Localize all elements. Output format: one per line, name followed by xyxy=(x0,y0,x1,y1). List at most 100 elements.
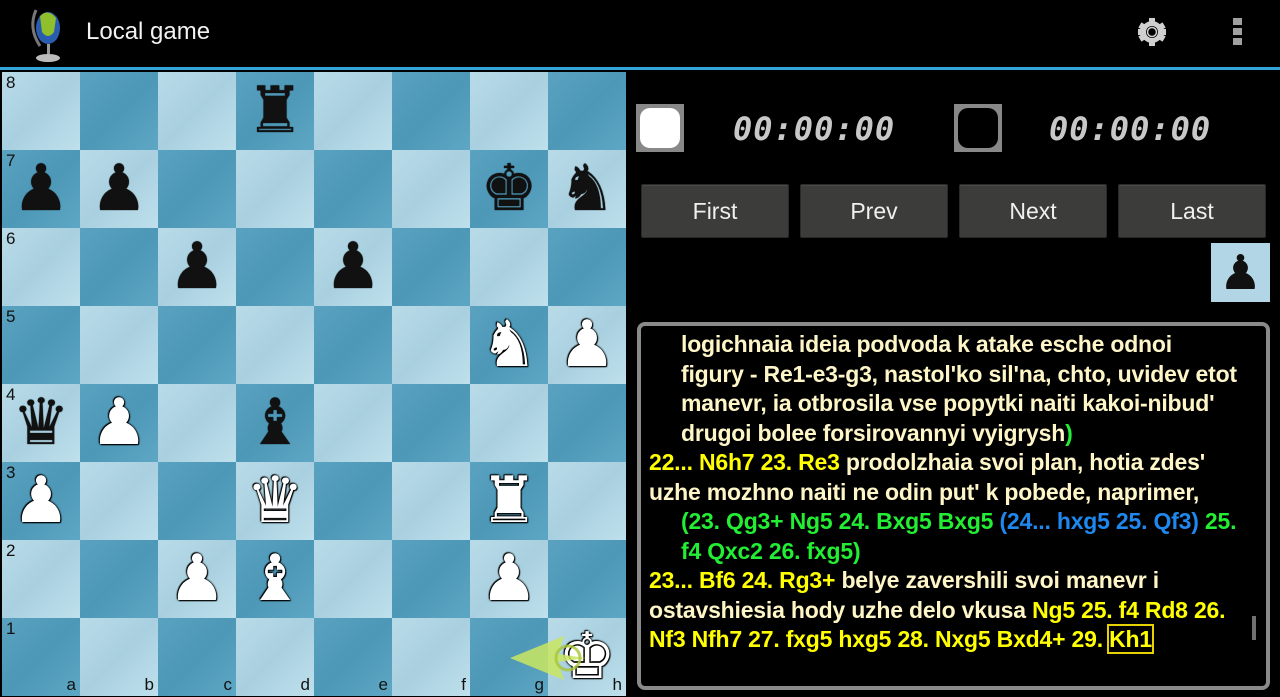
move-text[interactable]: 23... Bf6 24. Rg3+ xyxy=(649,567,835,593)
move-list-scrollbar[interactable] xyxy=(1252,616,1256,640)
square-g3[interactable]: ♜ xyxy=(470,462,548,540)
square-b6[interactable] xyxy=(80,228,158,306)
black-pawn-icon[interactable]: ♟ xyxy=(158,228,236,306)
square-f8[interactable] xyxy=(392,72,470,150)
square-b1[interactable]: b xyxy=(80,618,158,696)
white-pawn-icon[interactable]: ♟ xyxy=(470,540,548,618)
square-b7[interactable]: ♟ xyxy=(80,150,158,228)
move-paragraph: 22... N6h7 23. Re3 prodolzhaia svoi plan… xyxy=(649,448,1239,507)
gear-icon[interactable] xyxy=(1136,16,1168,48)
move-text[interactable]: 22... N6h7 23. Re3 xyxy=(649,449,840,475)
square-b5[interactable] xyxy=(80,306,158,384)
square-f1[interactable]: f xyxy=(392,618,470,696)
square-b4[interactable]: ♟ xyxy=(80,384,158,462)
square-f4[interactable] xyxy=(392,384,470,462)
square-b8[interactable] xyxy=(80,72,158,150)
overflow-menu-icon[interactable] xyxy=(1228,18,1246,48)
square-g8[interactable] xyxy=(470,72,548,150)
variation-text[interactable]: (23. Qg3+ Ng5 24. Bxg5 Bxg5 xyxy=(681,508,999,534)
square-g7[interactable]: ♚ xyxy=(470,150,548,228)
square-d6[interactable] xyxy=(236,228,314,306)
square-f6[interactable] xyxy=(392,228,470,306)
square-g2[interactable]: ♟ xyxy=(470,540,548,618)
white-bishop-icon[interactable]: ♝ xyxy=(236,540,314,618)
square-e5[interactable] xyxy=(314,306,392,384)
square-f7[interactable] xyxy=(392,150,470,228)
square-a6[interactable]: 6 xyxy=(2,228,80,306)
white-rook-icon[interactable]: ♜ xyxy=(470,462,548,540)
square-d2[interactable]: ♝ xyxy=(236,540,314,618)
square-h4[interactable] xyxy=(548,384,626,462)
white-pawn-icon[interactable]: ♟ xyxy=(548,306,626,384)
square-a4[interactable]: 4 ♛ xyxy=(2,384,80,462)
square-c3[interactable] xyxy=(158,462,236,540)
square-e6[interactable]: ♟ xyxy=(314,228,392,306)
square-c6[interactable]: ♟ xyxy=(158,228,236,306)
square-a3[interactable]: 3 ♟ xyxy=(2,462,80,540)
white-pawn-icon[interactable]: ♟ xyxy=(2,462,80,540)
square-h3[interactable] xyxy=(548,462,626,540)
white-king-icon[interactable]: ♚ xyxy=(548,618,626,696)
square-c7[interactable] xyxy=(158,150,236,228)
square-c4[interactable] xyxy=(158,384,236,462)
next-button[interactable]: Next xyxy=(959,184,1107,238)
square-c1[interactable]: c xyxy=(158,618,236,696)
square-f3[interactable] xyxy=(392,462,470,540)
square-e1[interactable]: e xyxy=(314,618,392,696)
first-button[interactable]: First xyxy=(641,184,789,238)
square-c8[interactable] xyxy=(158,72,236,150)
square-g1[interactable]: g xyxy=(470,618,548,696)
square-b3[interactable] xyxy=(80,462,158,540)
square-a5[interactable]: 5 xyxy=(2,306,80,384)
square-a2[interactable]: 2 xyxy=(2,540,80,618)
square-d5[interactable] xyxy=(236,306,314,384)
black-bishop-icon[interactable]: ♝ xyxy=(236,384,314,462)
square-g5[interactable]: ♞ xyxy=(470,306,548,384)
square-f5[interactable] xyxy=(392,306,470,384)
square-e7[interactable] xyxy=(314,150,392,228)
square-b2[interactable] xyxy=(80,540,158,618)
square-e2[interactable] xyxy=(314,540,392,618)
black-rook-icon[interactable]: ♜ xyxy=(236,72,314,150)
variation-close: ) xyxy=(1065,419,1073,446)
square-h8[interactable] xyxy=(548,72,626,150)
subvariation-text[interactable]: (24... hxg5 25. Qf3) xyxy=(999,508,1198,534)
move-list-panel[interactable]: logichnaia ideia podvoda k atake esche o… xyxy=(637,322,1270,690)
black-king-icon[interactable]: ♚ xyxy=(470,150,548,228)
current-move[interactable]: Kh1 xyxy=(1107,624,1154,654)
chess-globe-icon[interactable] xyxy=(26,2,72,64)
square-g4[interactable] xyxy=(470,384,548,462)
square-d4[interactable]: ♝ xyxy=(236,384,314,462)
square-f2[interactable] xyxy=(392,540,470,618)
chess-board[interactable]: 8 ♜ 7 ♟ ♟ ♚ ♞ 6 ♟ ♟ 5 ♞ ♟ 4 ♛ ♟ ♝ 3 ♟ ♛ ♜ 2 ♟ ♝ ♟ 1 a b c d e f g h ♚ xyxy=(2,72,626,696)
square-d8[interactable]: ♜ xyxy=(236,72,314,150)
white-pawn-icon[interactable]: ♟ xyxy=(158,540,236,618)
square-d1[interactable]: d xyxy=(236,618,314,696)
square-c5[interactable] xyxy=(158,306,236,384)
black-queen-icon[interactable]: ♛ xyxy=(2,384,80,462)
square-h7[interactable]: ♞ xyxy=(548,150,626,228)
prev-button[interactable]: Prev xyxy=(800,184,948,238)
square-e8[interactable] xyxy=(314,72,392,150)
square-h5[interactable]: ♟ xyxy=(548,306,626,384)
white-pawn-icon[interactable]: ♟ xyxy=(80,384,158,462)
square-a1[interactable]: 1a xyxy=(2,618,80,696)
last-button[interactable]: Last xyxy=(1118,184,1266,238)
square-a8[interactable]: 8 xyxy=(2,72,80,150)
white-queen-icon[interactable]: ♛ xyxy=(236,462,314,540)
square-g6[interactable] xyxy=(470,228,548,306)
square-e3[interactable] xyxy=(314,462,392,540)
black-knight-icon[interactable]: ♞ xyxy=(548,150,626,228)
black-pawn-icon[interactable]: ♟ xyxy=(2,150,80,228)
square-d3[interactable]: ♛ xyxy=(236,462,314,540)
square-h6[interactable] xyxy=(548,228,626,306)
black-pawn-icon[interactable]: ♟ xyxy=(314,228,392,306)
square-c2[interactable]: ♟ xyxy=(158,540,236,618)
square-h1[interactable]: h ♚ xyxy=(548,618,626,696)
square-e4[interactable] xyxy=(314,384,392,462)
black-pawn-icon[interactable]: ♟ xyxy=(80,150,158,228)
white-knight-icon[interactable]: ♞ xyxy=(470,306,548,384)
square-h2[interactable] xyxy=(548,540,626,618)
square-d7[interactable] xyxy=(236,150,314,228)
square-a7[interactable]: 7 ♟ xyxy=(2,150,80,228)
